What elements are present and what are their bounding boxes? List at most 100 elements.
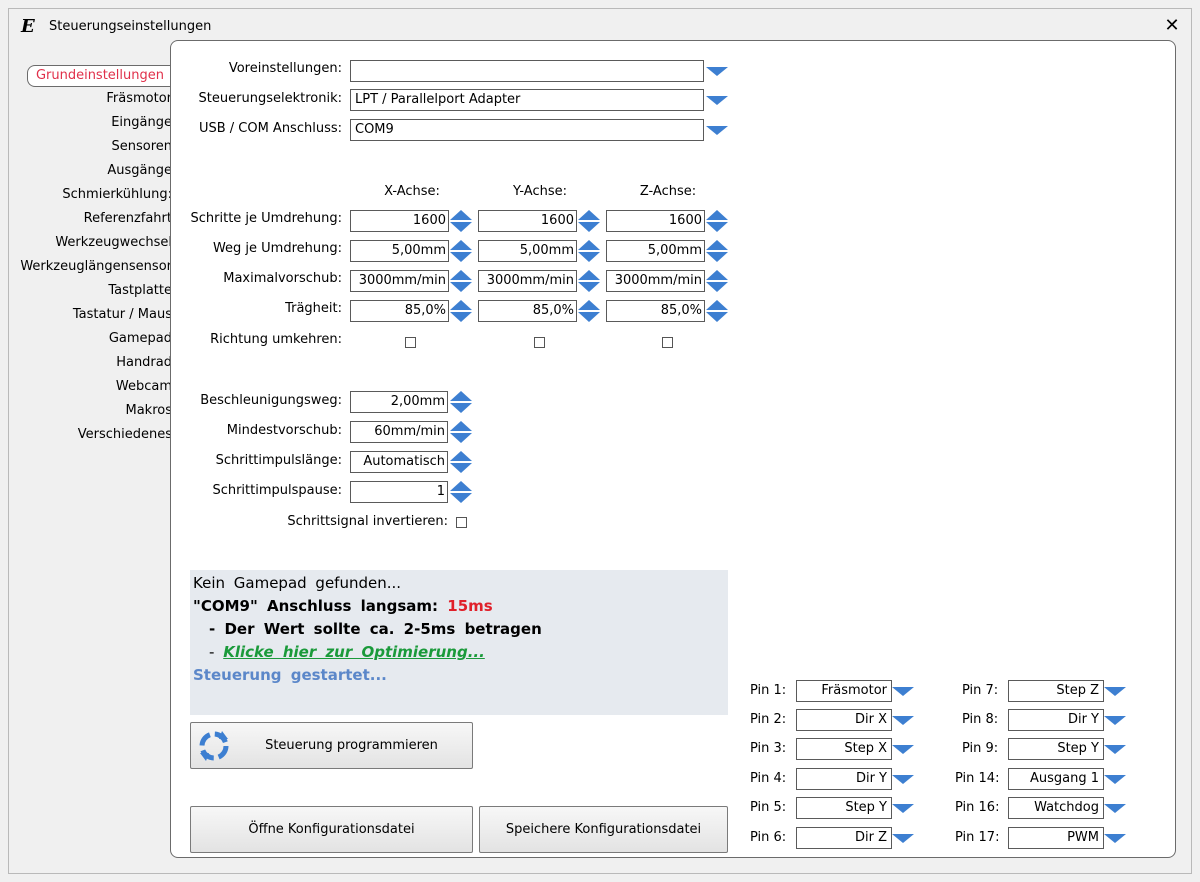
pin-3-label: Pin 3: <box>750 741 787 756</box>
electronics-select[interactable]: LPT / Parallelport Adapter <box>350 89 704 111</box>
x-inertia-input[interactable]: 85,0% <box>350 300 449 322</box>
max-feed-label: Maximalvorschub: <box>223 271 342 286</box>
y-steps-spin-icon[interactable] <box>578 210 600 232</box>
z-reverse-checkbox[interactable] <box>662 337 673 348</box>
z-inertia-input[interactable]: 85,0% <box>606 300 705 322</box>
open-config-button[interactable]: Öffne Konfigurationsdatei <box>190 806 473 853</box>
program-controller-button[interactable]: Steuerung programmieren <box>190 722 473 769</box>
log-line-started: Steuerung gestartet... <box>193 666 387 684</box>
electronics-label: Steuerungselektronik: <box>198 91 342 106</box>
close-icon[interactable]: ✕ <box>1161 15 1183 37</box>
presets-select[interactable] <box>350 60 704 82</box>
presets-chevron-down-icon[interactable] <box>706 67 728 76</box>
pin-8-select[interactable]: Dir Y <box>1008 709 1104 731</box>
steps-per-rev-label: Schritte je Umdrehung: <box>190 211 343 226</box>
y-travel-per-rev-input[interactable]: 5,00mm <box>478 240 577 262</box>
program-controller-label: Steuerung programmieren <box>265 738 438 753</box>
pin-16-select[interactable]: Watchdog <box>1008 797 1104 819</box>
pulse-pause-spin-icon[interactable] <box>450 481 472 503</box>
pin-9-chevron-down-icon[interactable] <box>1104 745 1126 754</box>
x-travel-per-rev-input[interactable]: 5,00mm <box>350 240 449 262</box>
optimize-link[interactable]: Klicke hier zur Optimierung... <box>223 643 485 661</box>
x-max-feed-input[interactable]: 3000mm/min <box>350 270 449 292</box>
z-inertia-spin-icon[interactable] <box>706 300 728 322</box>
z-steps-spin-icon[interactable] <box>706 210 728 232</box>
save-config-button[interactable]: Speichere Konfigurationsdatei <box>479 806 728 853</box>
tab-verschiedenes[interactable]: Verschiedenes <box>78 427 172 442</box>
electronics-chevron-down-icon[interactable] <box>706 96 728 105</box>
pin-6-chevron-down-icon[interactable] <box>892 834 914 843</box>
pin-4-chevron-down-icon[interactable] <box>892 775 914 784</box>
tab-werkzeuglaengensensor[interactable]: Werkzeuglängensensor <box>20 259 172 274</box>
x-steps-per-rev-input[interactable]: 1600 <box>350 210 449 232</box>
pin-14-chevron-down-icon[interactable] <box>1104 775 1126 784</box>
tab-fraesmotor[interactable]: Fräsmotor <box>106 91 172 106</box>
tab-makros[interactable]: Makros <box>126 403 173 418</box>
accel-distance-spin-icon[interactable] <box>450 391 472 413</box>
y-inertia-spin-icon[interactable] <box>578 300 600 322</box>
pin-6-select[interactable]: Dir Z <box>796 827 892 849</box>
pin-2-select[interactable]: Dir X <box>796 709 892 731</box>
y-steps-per-rev-input[interactable]: 1600 <box>478 210 577 232</box>
pulse-length-spin-icon[interactable] <box>450 451 472 473</box>
pin-1-chevron-down-icon[interactable] <box>892 687 914 696</box>
pin-7-select[interactable]: Step Z <box>1008 680 1104 702</box>
pin-5-chevron-down-icon[interactable] <box>892 804 914 813</box>
tab-gamepad[interactable]: Gamepad <box>109 331 172 346</box>
port-chevron-down-icon[interactable] <box>706 126 728 135</box>
z-max-feed-spin-icon[interactable] <box>706 270 728 292</box>
pin-1-select[interactable]: Fräsmotor <box>796 680 892 702</box>
y-inertia-input[interactable]: 85,0% <box>478 300 577 322</box>
accel-distance-input[interactable]: 2,00mm <box>350 391 448 413</box>
pin-14-select[interactable]: Ausgang 1 <box>1008 768 1104 790</box>
tab-grundeinstellungen[interactable]: Grundeinstellungen <box>26 65 170 87</box>
y-max-feed-input[interactable]: 3000mm/min <box>478 270 577 292</box>
pin-2-chevron-down-icon[interactable] <box>892 716 914 725</box>
pin-7-chevron-down-icon[interactable] <box>1104 687 1126 696</box>
port-select[interactable]: COM9 <box>350 119 704 141</box>
x-reverse-checkbox[interactable] <box>405 337 416 348</box>
min-feed-input[interactable]: 60mm/min <box>350 421 448 443</box>
tab-sensoren[interactable]: Sensoren <box>111 139 172 154</box>
x-travel-spin-icon[interactable] <box>450 240 472 262</box>
log-line-gamepad: Kein Gamepad gefunden... <box>193 574 402 592</box>
tab-tastplatte[interactable]: Tastplatte <box>108 283 172 298</box>
tab-tastatur-maus[interactable]: Tastatur / Maus <box>73 307 172 322</box>
z-travel-per-rev-input[interactable]: 5,00mm <box>606 240 705 262</box>
pulse-length-input[interactable]: Automatisch <box>350 451 448 473</box>
tab-webcam[interactable]: Webcam <box>116 379 172 394</box>
y-max-feed-spin-icon[interactable] <box>578 270 600 292</box>
pulse-pause-label: Schrittimpulspause: <box>212 483 342 498</box>
x-steps-spin-icon[interactable] <box>450 210 472 232</box>
min-feed-spin-icon[interactable] <box>450 421 472 443</box>
tab-ausgaenge[interactable]: Ausgänge <box>107 163 172 178</box>
pin-3-chevron-down-icon[interactable] <box>892 745 914 754</box>
pin-17-select[interactable]: PWM <box>1008 827 1104 849</box>
pin-17-chevron-down-icon[interactable] <box>1104 834 1126 843</box>
pin-5-select[interactable]: Step Y <box>796 797 892 819</box>
log-line-hint: - Der Wert sollte ca. 2-5ms betragen <box>209 620 542 638</box>
pin-4-select[interactable]: Dir Y <box>796 768 892 790</box>
reverse-direction-label: Richtung umkehren: <box>210 332 342 347</box>
z-max-feed-input[interactable]: 3000mm/min <box>606 270 705 292</box>
x-max-feed-spin-icon[interactable] <box>450 270 472 292</box>
tab-eingaenge[interactable]: Eingänge <box>111 115 172 130</box>
x-inertia-spin-icon[interactable] <box>450 300 472 322</box>
tab-schmierkuehlung[interactable]: Schmierkühlung: <box>62 187 172 202</box>
z-axis-header: Z-Achse: <box>639 184 697 199</box>
tab-referenzfahrt[interactable]: Referenzfahrt <box>84 211 172 226</box>
tab-handrad[interactable]: Handrad <box>116 355 172 370</box>
pin-9-select[interactable]: Step Y <box>1008 738 1104 760</box>
z-travel-spin-icon[interactable] <box>706 240 728 262</box>
pin-16-label: Pin 16: <box>955 800 1000 815</box>
tab-werkzeugwechsel[interactable]: Werkzeugwechsel <box>55 235 172 250</box>
y-travel-spin-icon[interactable] <box>578 240 600 262</box>
pin-3-select[interactable]: Step X <box>796 738 892 760</box>
log-link-dash: - <box>209 643 215 661</box>
y-reverse-checkbox[interactable] <box>534 337 545 348</box>
invert-step-signal-checkbox[interactable] <box>456 517 467 528</box>
pin-16-chevron-down-icon[interactable] <box>1104 804 1126 813</box>
pin-8-chevron-down-icon[interactable] <box>1104 716 1126 725</box>
z-steps-per-rev-input[interactable]: 1600 <box>606 210 705 232</box>
pulse-pause-input[interactable]: 1 <box>350 481 448 503</box>
